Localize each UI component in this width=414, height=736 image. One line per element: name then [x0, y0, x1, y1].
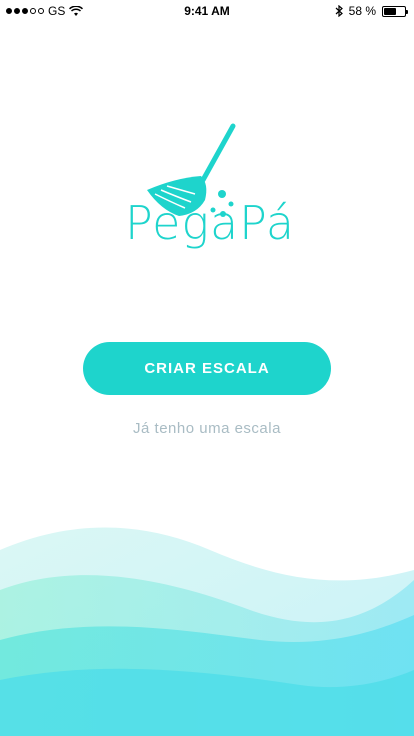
app-logo: PegaPá	[105, 118, 315, 278]
have-schedule-link[interactable]: Já tenho uma escala	[0, 420, 414, 437]
wave-decoration	[0, 527, 414, 736]
battery-fill	[384, 7, 396, 15]
create-schedule-button[interactable]: CRIAR ESCALA	[83, 342, 331, 395]
logo-wordmark: PegaPá	[124, 196, 296, 250]
bluetooth-icon	[335, 5, 343, 17]
battery-icon	[382, 5, 408, 17]
battery-percentage: 58 %	[348, 4, 376, 18]
status-right-group: 58 %	[335, 4, 408, 18]
status-bar: GS 9:41 AM 58 %	[0, 0, 414, 22]
